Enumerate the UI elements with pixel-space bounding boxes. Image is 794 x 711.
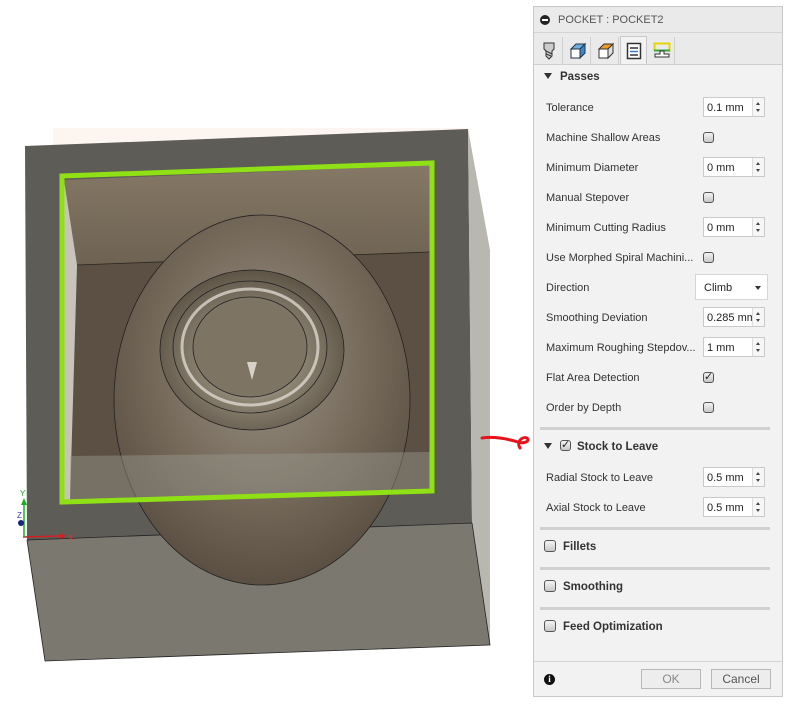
smoothing-deviation-row: Smoothing Deviation 0.285 mm [546, 307, 772, 329]
morphed-spiral-checkbox[interactable] [703, 252, 714, 263]
heights-box-icon [597, 42, 615, 60]
manual-stepover-row: Manual Stepover [546, 187, 772, 209]
info-icon[interactable]: i [544, 674, 555, 685]
tolerance-spinner[interactable] [752, 98, 764, 116]
tolerance-value: 0.1 mm [707, 102, 744, 114]
flat-area-checkbox[interactable] [703, 370, 714, 383]
tab-passes[interactable] [620, 36, 647, 64]
dialog-title-bar[interactable]: POCKET : POCKET2 [534, 7, 782, 33]
radial-stock-input[interactable]: 0.5 mm [703, 467, 765, 487]
max-roughing-stepdown-label: Maximum Roughing Stepdov... [546, 342, 696, 354]
manual-stepover-checkbox[interactable] [703, 192, 714, 203]
section-divider [540, 427, 770, 430]
feed-optimization-section-header[interactable]: Feed Optimization [544, 620, 663, 634]
drill-bit-icon [543, 42, 555, 60]
tolerance-label: Tolerance [546, 102, 594, 114]
dialog-title: POCKET : POCKET2 [558, 14, 664, 26]
x-axis-label: X [68, 533, 74, 542]
ok-button[interactable]: OK [641, 669, 701, 689]
max-roughing-stepdown-value: 1 mm [707, 342, 735, 354]
min-cutting-radius-input[interactable]: 0 mm [703, 217, 765, 237]
manual-stepover-label: Manual Stepover [546, 192, 630, 204]
min-diameter-row: Minimum Diameter 0 mm [546, 157, 772, 179]
smoothing-label: Smoothing [563, 581, 624, 594]
stock-section-title: Stock to Leave [577, 441, 659, 453]
direction-row: Direction Climb [546, 274, 772, 300]
order-by-depth-checkbox[interactable] [703, 402, 714, 413]
machine-shallow-label: Machine Shallow Areas [546, 132, 661, 144]
fillets-section-header[interactable]: Fillets [544, 540, 597, 554]
morphed-spiral-row: Use Morphed Spiral Machini... [546, 247, 772, 269]
axial-stock-spinner[interactable] [752, 498, 764, 516]
z-axis-label: Z [17, 511, 22, 520]
min-cutting-radius-label: Minimum Cutting Radius [546, 222, 666, 234]
max-roughing-stepdown-spinner[interactable] [752, 338, 764, 356]
axial-stock-label: Axial Stock to Leave [546, 502, 646, 514]
section-divider [540, 527, 770, 530]
direction-dropdown[interactable]: Climb [695, 274, 768, 300]
flat-area-label: Flat Area Detection [546, 372, 640, 384]
section-divider [540, 567, 770, 570]
radial-stock-row: Radial Stock to Leave 0.5 mm [546, 467, 772, 489]
smoothing-deviation-value: 0.285 mm [707, 312, 752, 324]
tolerance-row: Tolerance 0.1 mm [546, 97, 772, 119]
tab-heights[interactable] [592, 37, 619, 64]
order-by-depth-label: Order by Depth [546, 402, 622, 414]
radial-stock-label: Radial Stock to Leave [546, 472, 654, 484]
min-cutting-radius-value: 0 mm [707, 222, 735, 234]
order-by-depth-row: Order by Depth [546, 397, 772, 419]
pocket-dialog: POCKET : POCKET2 Passes Tolerance 0.1 mm… [533, 6, 783, 697]
tolerance-input[interactable]: 0.1 mm [703, 97, 765, 117]
axial-stock-input[interactable]: 0.5 mm [703, 497, 765, 517]
passes-icon [626, 42, 642, 60]
max-roughing-stepdown-input[interactable]: 1 mm [703, 337, 765, 357]
expand-triangle-icon [544, 72, 552, 79]
smoothing-section-header[interactable]: Smoothing [544, 580, 624, 594]
3d-viewport[interactable]: X Y Z [0, 0, 533, 711]
tab-linking[interactable] [648, 37, 675, 64]
smoothing-checkbox[interactable] [544, 580, 556, 592]
collapse-icon[interactable] [540, 15, 550, 25]
smoothing-deviation-spinner[interactable] [752, 308, 764, 326]
passes-section-title: Passes [560, 71, 600, 83]
radial-stock-spinner[interactable] [752, 468, 764, 486]
direction-label: Direction [546, 282, 590, 294]
flat-area-row: Flat Area Detection [546, 367, 772, 389]
stock-to-leave-checkbox[interactable] [560, 438, 571, 452]
dropdown-caret-icon [755, 286, 761, 290]
tab-tool[interactable] [536, 37, 563, 64]
passes-section-header[interactable]: Passes [544, 71, 600, 83]
tab-bar [534, 33, 782, 65]
feed-optimization-label: Feed Optimization [563, 621, 663, 634]
direction-value: Climb [704, 282, 733, 294]
model-canvas[interactable]: X Y Z [0, 0, 533, 711]
min-cutting-radius-spinner[interactable] [752, 218, 764, 236]
smoothing-deviation-label: Smoothing Deviation [546, 312, 648, 324]
smoothing-deviation-input[interactable]: 0.285 mm [703, 307, 765, 327]
min-diameter-input[interactable]: 0 mm [703, 157, 765, 177]
radial-stock-value: 0.5 mm [707, 472, 744, 484]
machine-shallow-row: Machine Shallow Areas [546, 127, 772, 149]
axial-stock-row: Axial Stock to Leave 0.5 mm [546, 497, 772, 519]
expand-triangle-icon [544, 442, 552, 449]
linking-icon [653, 42, 671, 58]
min-diameter-label: Minimum Diameter [546, 162, 639, 174]
fillets-checkbox[interactable] [544, 540, 556, 552]
tab-geometry[interactable] [564, 37, 591, 64]
min-diameter-spinner[interactable] [752, 158, 764, 176]
min-cutting-radius-row: Minimum Cutting Radius 0 mm [546, 217, 772, 239]
geometry-box-icon [569, 42, 587, 60]
stock-section-header[interactable]: Stock to Leave [544, 438, 659, 453]
fillets-label: Fillets [563, 541, 597, 554]
section-divider [540, 607, 770, 610]
dialog-footer: i OK Cancel [534, 661, 782, 696]
max-roughing-stepdown-row: Maximum Roughing Stepdov... 1 mm [546, 337, 772, 359]
machine-shallow-checkbox[interactable] [703, 132, 714, 143]
y-axis-label: Y [20, 489, 26, 498]
axial-stock-value: 0.5 mm [707, 502, 744, 514]
morphed-spiral-label: Use Morphed Spiral Machini... [546, 252, 694, 264]
cancel-button[interactable]: Cancel [711, 669, 771, 689]
min-diameter-value: 0 mm [707, 162, 735, 174]
feed-optimization-checkbox[interactable] [544, 620, 556, 632]
